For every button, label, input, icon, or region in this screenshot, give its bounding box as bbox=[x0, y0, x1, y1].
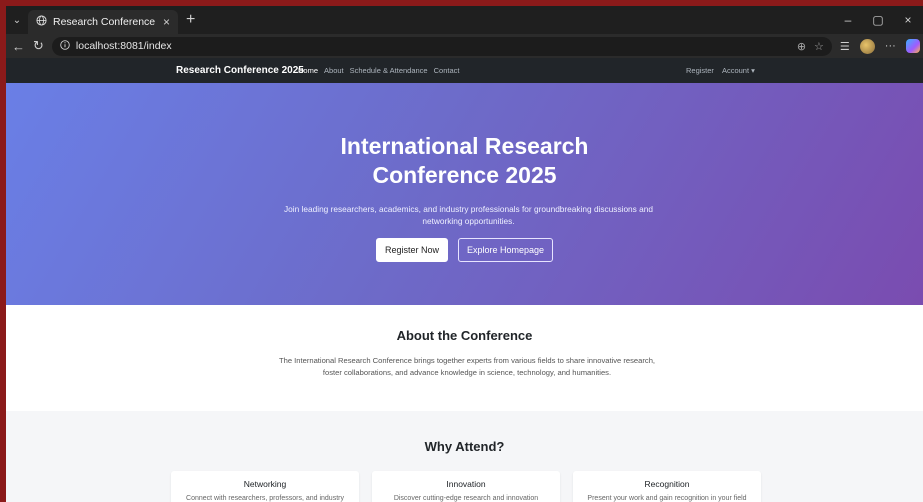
browser-window: ⌄ Research Conference Registration × + –… bbox=[6, 6, 923, 502]
nav-register[interactable]: Register bbox=[686, 66, 714, 75]
hero-section: International Research Conference 2025 J… bbox=[6, 83, 923, 305]
tab-strip: ⌄ Research Conference Registration × + –… bbox=[6, 6, 923, 34]
card-networking: Networking Connect with researchers, pro… bbox=[171, 471, 359, 502]
why-attend-section: Why Attend? Networking Connect with rese… bbox=[6, 411, 923, 502]
register-now-button[interactable]: Register Now bbox=[375, 238, 448, 262]
hero-title-line2: Conference 2025 bbox=[372, 162, 557, 188]
about-section: About the Conference The International R… bbox=[6, 305, 923, 411]
reload-icon[interactable]: ↻ bbox=[33, 38, 44, 54]
card-desc: Present your work and gain recognition i… bbox=[587, 495, 747, 502]
more-menu-icon[interactable]: ··· bbox=[885, 40, 896, 52]
card-title: Innovation bbox=[446, 479, 486, 489]
site-navbar: Research Conference 2025 Home About Sche… bbox=[6, 58, 923, 83]
back-arrow-icon[interactable]: ← bbox=[12, 39, 25, 54]
explore-homepage-button[interactable]: Explore Homepage bbox=[457, 238, 554, 262]
maximize-button[interactable]: ▢ bbox=[863, 13, 893, 27]
card-title: Recognition bbox=[644, 479, 690, 489]
card-desc: Connect with researchers, professors, an… bbox=[186, 495, 344, 502]
nav-contact[interactable]: Contact bbox=[434, 66, 460, 75]
tab-close-icon[interactable]: × bbox=[163, 15, 170, 29]
zoom-icon[interactable]: ⊕ bbox=[797, 40, 806, 53]
site-brand[interactable]: Research Conference 2025 bbox=[176, 65, 304, 76]
why-heading: Why Attend? bbox=[424, 439, 505, 454]
nav-schedule[interactable]: Schedule & Attendance bbox=[350, 66, 428, 75]
nav-about[interactable]: About bbox=[324, 66, 344, 75]
favorites-icon[interactable]: ☰ bbox=[840, 40, 850, 53]
hero-title: International Research Conference 2025 bbox=[6, 132, 923, 190]
favorite-star-icon[interactable]: ☆ bbox=[814, 40, 824, 53]
profile-avatar-icon[interactable] bbox=[859, 38, 875, 54]
site-info-icon[interactable] bbox=[60, 39, 70, 53]
copilot-icon[interactable] bbox=[905, 39, 920, 53]
browser-tab[interactable]: Research Conference Registration × bbox=[28, 10, 178, 34]
hero-title-line1: International Research bbox=[340, 133, 589, 159]
nav-links: Home About Schedule & Attendance Contact bbox=[298, 66, 459, 75]
close-window-button[interactable]: × bbox=[893, 13, 923, 27]
globe-icon bbox=[36, 15, 47, 29]
card-innovation: Innovation Discover cutting-edge researc… bbox=[372, 471, 560, 502]
minimize-button[interactable]: – bbox=[833, 13, 863, 27]
card-title: Networking bbox=[243, 479, 287, 489]
new-tab-button[interactable]: + bbox=[186, 11, 195, 29]
about-body: The International Research Conference br… bbox=[278, 356, 656, 377]
url-field[interactable]: localhost:8081/index ⊕ ☆ bbox=[51, 36, 832, 56]
tab-list-chevron-icon[interactable]: ⌄ bbox=[6, 15, 28, 26]
about-heading: About the Conference bbox=[396, 328, 533, 343]
card-recognition: Recognition Present your work and gain r… bbox=[573, 471, 761, 502]
card-desc: Discover cutting-edge research and innov… bbox=[393, 495, 539, 502]
hero-subtitle: Join leading researchers, academics, and… bbox=[284, 204, 653, 226]
address-bar: ← ↻ localhost:8081/index ⊕ ☆ ☰ ··· bbox=[6, 34, 923, 58]
nav-right-links: Register Account ▾ bbox=[686, 66, 755, 75]
nav-home[interactable]: Home bbox=[298, 66, 318, 75]
nav-account-dropdown[interactable]: Account ▾ bbox=[722, 66, 755, 75]
tab-title: Research Conference Registration bbox=[53, 16, 157, 28]
url-text: localhost:8081/index bbox=[75, 40, 172, 52]
